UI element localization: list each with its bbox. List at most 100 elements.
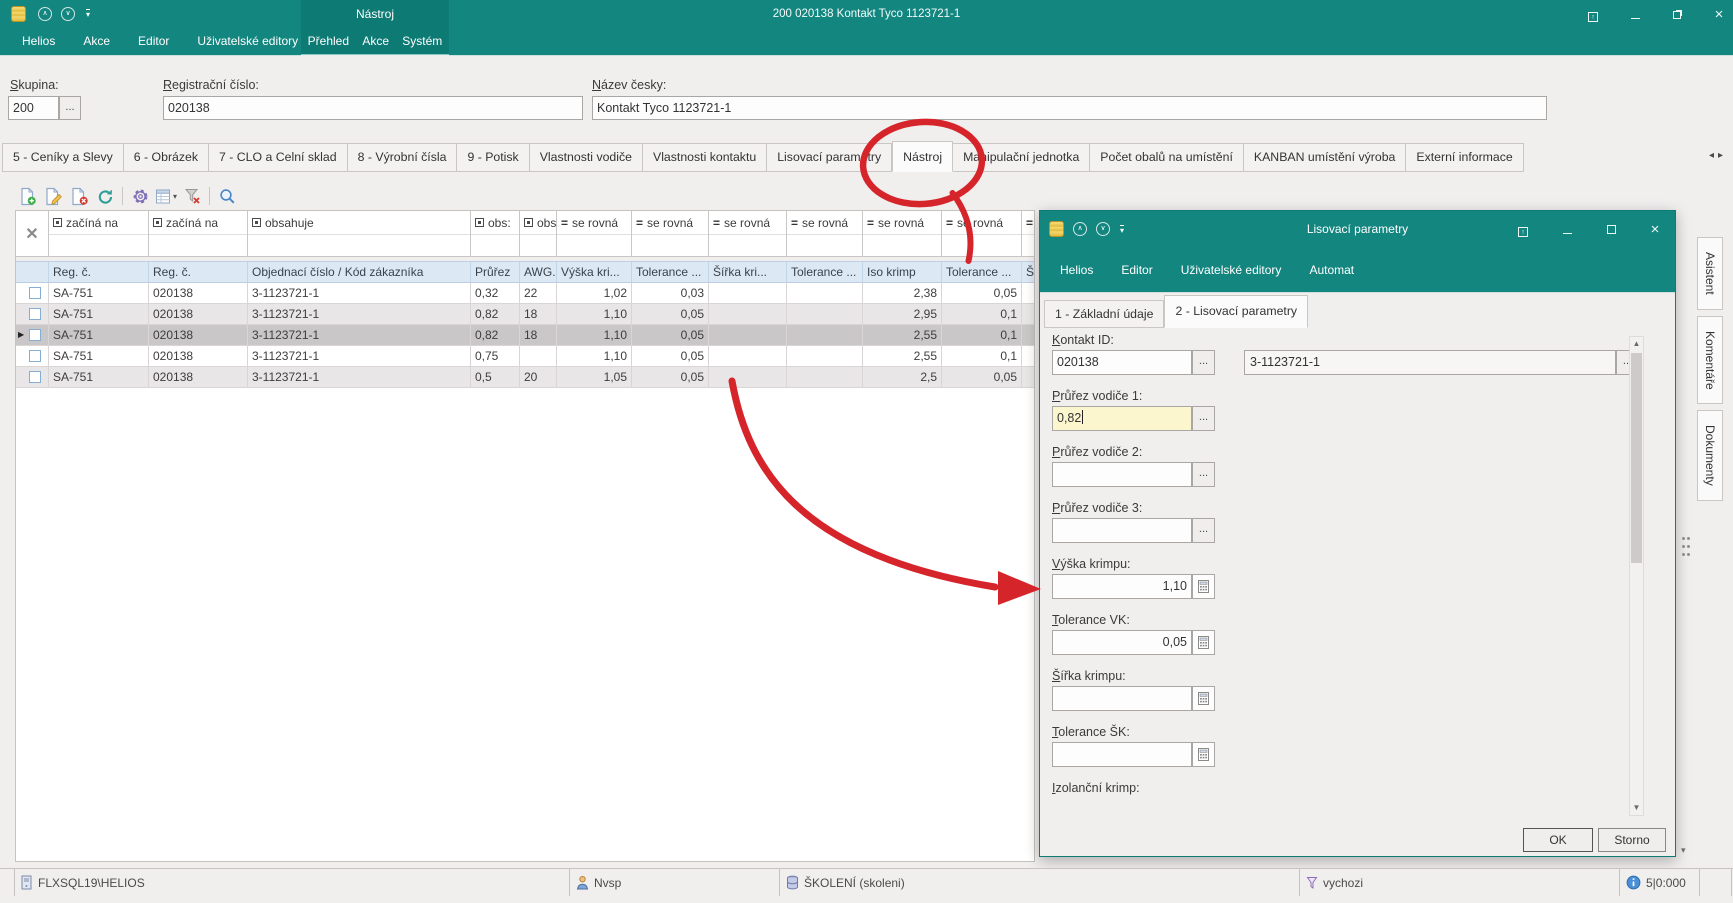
side-tab-dokumenty[interactable]: Dokumenty bbox=[1697, 410, 1723, 501]
menu-item-editor[interactable]: Editor bbox=[124, 28, 183, 55]
filter-operator[interactable]: =se rovná bbox=[709, 211, 786, 235]
ribbon-display-icon[interactable]: ↑ bbox=[1585, 7, 1601, 22]
menu-item-akce[interactable]: Akce bbox=[69, 28, 124, 55]
restore-button[interactable] bbox=[1669, 7, 1685, 22]
field-input-sirka-krimpu[interactable] bbox=[1052, 686, 1192, 711]
tab-lisovaci-parametry[interactable]: Lisovací parametry bbox=[767, 143, 892, 172]
expand-circle-icon[interactable]: ∨ bbox=[61, 7, 75, 21]
filter-input[interactable] bbox=[248, 235, 470, 256]
tab-externi-informace[interactable]: Externí informace bbox=[1406, 143, 1523, 172]
dialog-menu-item-helios[interactable]: Helios bbox=[1046, 248, 1107, 292]
dialog-close-button[interactable]: × bbox=[1647, 221, 1663, 238]
filter-input[interactable] bbox=[632, 235, 708, 256]
ok-button[interactable]: OK bbox=[1523, 828, 1593, 852]
dialog-expand-circle-icon[interactable]: ∨ bbox=[1096, 222, 1110, 236]
filter-input[interactable] bbox=[863, 235, 941, 256]
tab-vlastnosti-kontaktu[interactable]: Vlastnosti kontaktu bbox=[643, 143, 767, 172]
tab-nastroj[interactable]: Nástroj bbox=[892, 141, 953, 172]
row-checkbox[interactable] bbox=[29, 371, 41, 383]
field-input-tolerance-sk[interactable] bbox=[1052, 742, 1192, 767]
filter-operator[interactable]: =se rovná bbox=[787, 211, 862, 235]
filter-operator[interactable]: =se rovná bbox=[942, 211, 1021, 235]
filter-input[interactable] bbox=[787, 235, 862, 256]
field-input-prurez-vodice-2[interactable] bbox=[1052, 462, 1192, 487]
field-input-kontakt-id[interactable]: 020138 bbox=[1052, 350, 1192, 375]
field-input-prurez-vodice-3[interactable] bbox=[1052, 518, 1192, 543]
minimize-button[interactable] bbox=[1627, 7, 1643, 22]
filter-input[interactable] bbox=[49, 235, 148, 256]
filter-input[interactable] bbox=[709, 235, 786, 256]
browse-button[interactable]: ... bbox=[1192, 518, 1215, 543]
browse-button[interactable]: ... bbox=[1192, 462, 1215, 487]
scroll-tabs-left-icon[interactable]: ◂ bbox=[1709, 150, 1718, 161]
field-input-tolerance-vk[interactable]: 0,05 bbox=[1052, 630, 1192, 655]
dialog-customize-caret-icon[interactable]: ▾ bbox=[1120, 225, 1124, 235]
refresh-icon[interactable] bbox=[93, 185, 117, 207]
context-menu-item-system[interactable]: Systém bbox=[398, 28, 446, 55]
filter-operator[interactable]: =se rovná bbox=[1022, 211, 1035, 235]
filter-operator[interactable]: =se rovná bbox=[863, 211, 941, 235]
browse-button[interactable]: ... bbox=[1192, 406, 1215, 431]
filter-operator[interactable]: obs bbox=[520, 211, 556, 235]
field-input-prurez-vodice-1[interactable]: 0,82 bbox=[1052, 406, 1192, 431]
browse-button[interactable]: ... bbox=[1192, 350, 1215, 375]
dialog-scrollbar[interactable]: ▲ ▼ bbox=[1629, 336, 1644, 816]
row-checkbox[interactable] bbox=[29, 350, 41, 362]
tab-7-clo-a-celni-sklad[interactable]: 7 - CLO a Celní sklad bbox=[209, 143, 348, 172]
field-input2-kontakt-id[interactable]: 3-1123721-1 bbox=[1244, 350, 1616, 375]
edit-record-icon[interactable] bbox=[41, 185, 65, 207]
menu-item-uzivatelske-editory[interactable]: Uživatelské editory bbox=[183, 28, 312, 55]
splitter-grip[interactable] bbox=[1682, 537, 1685, 540]
delete-record-icon[interactable] bbox=[67, 185, 91, 207]
calculator-button[interactable] bbox=[1192, 686, 1215, 711]
skupina-browse-button[interactable]: ... bbox=[59, 96, 81, 120]
tab-manipulacni-jednotka[interactable]: Manipulační jednotka bbox=[953, 143, 1090, 172]
nazev-cesky-input[interactable] bbox=[592, 96, 1547, 120]
table-row[interactable]: ▶SA-7510201383-1123721-10,82181,100,052,… bbox=[16, 325, 1034, 346]
new-record-icon[interactable] bbox=[15, 185, 39, 207]
filter-operator[interactable]: =se rovná bbox=[557, 211, 631, 235]
column-header-tolerance[interactable]: Tolerance ... bbox=[942, 262, 1022, 282]
column-header-iso-krimp[interactable]: Iso krimp bbox=[863, 262, 942, 282]
column-header-vyska-kri[interactable]: Výška kri... bbox=[557, 262, 632, 282]
dialog-menu-item-editor[interactable]: Editor bbox=[1107, 248, 1166, 292]
context-menu-item-prehled[interactable]: Přehled bbox=[304, 28, 353, 55]
column-header-s[interactable]: Š... bbox=[1022, 262, 1035, 282]
menu-item-helios[interactable]: Helios bbox=[8, 28, 69, 55]
dialog-collapse-circle-icon[interactable]: ∧ bbox=[1073, 222, 1087, 236]
clear-filter-button[interactable]: ✕ bbox=[16, 211, 49, 256]
calculator-button[interactable] bbox=[1192, 574, 1215, 599]
tab-6-obrazek[interactable]: 6 - Obrázek bbox=[124, 143, 209, 172]
column-header-reg-c[interactable]: Reg. č. bbox=[49, 262, 149, 282]
filter-operator[interactable]: obs: bbox=[471, 211, 519, 235]
dialog-tab-2-lisovaci-parametry[interactable]: 2 - Lisovací parametry bbox=[1164, 295, 1308, 328]
tab-vlastnosti-vodice[interactable]: Vlastnosti vodiče bbox=[530, 143, 643, 172]
registracni-cislo-input[interactable] bbox=[163, 96, 583, 120]
table-row[interactable]: SA-7510201383-1123721-10,32221,020,032,3… bbox=[16, 283, 1034, 304]
customize-caret-icon[interactable]: ▾ bbox=[86, 9, 90, 19]
row-checkbox[interactable] bbox=[29, 287, 41, 299]
filter-input[interactable] bbox=[520, 235, 556, 256]
dialog-maximize-button[interactable] bbox=[1603, 222, 1619, 237]
column-header-sirka-kri[interactable]: Šířka kri... bbox=[709, 262, 787, 282]
filter-operator[interactable]: začíná na bbox=[49, 211, 148, 235]
calculator-button[interactable] bbox=[1192, 742, 1215, 767]
column-header-reg-c[interactable]: Reg. č. bbox=[149, 262, 248, 282]
dialog-tab-1-zakladni-udaje[interactable]: 1 - Základní údaje bbox=[1044, 300, 1164, 328]
skupina-input[interactable] bbox=[8, 96, 59, 120]
search-icon[interactable] bbox=[215, 185, 239, 207]
tab-8-vyrobni-cisla[interactable]: 8 - Výrobní čísla bbox=[348, 143, 458, 172]
tab-5-ceniky-a-slevy[interactable]: 5 - Ceníky a Slevy bbox=[2, 143, 124, 172]
dialog-minimize-button[interactable] bbox=[1559, 222, 1575, 237]
column-header-tolerance[interactable]: Tolerance ... bbox=[632, 262, 709, 282]
row-checkbox[interactable] bbox=[29, 308, 41, 320]
close-button[interactable]: × bbox=[1711, 6, 1727, 23]
dialog-ribbon-display-icon[interactable]: ↑ bbox=[1515, 222, 1531, 237]
filter-operator[interactable]: obsahuje bbox=[248, 211, 470, 235]
settings-gear-icon[interactable] bbox=[128, 185, 152, 207]
filter-operator[interactable]: začíná na bbox=[149, 211, 247, 235]
column-header-awg[interactable]: AWG... bbox=[520, 262, 557, 282]
side-tab-asistent[interactable]: Asistent bbox=[1697, 237, 1723, 310]
table-row[interactable]: SA-7510201383-1123721-10,82181,100,052,9… bbox=[16, 304, 1034, 325]
filter-operator[interactable]: =se rovná bbox=[632, 211, 708, 235]
